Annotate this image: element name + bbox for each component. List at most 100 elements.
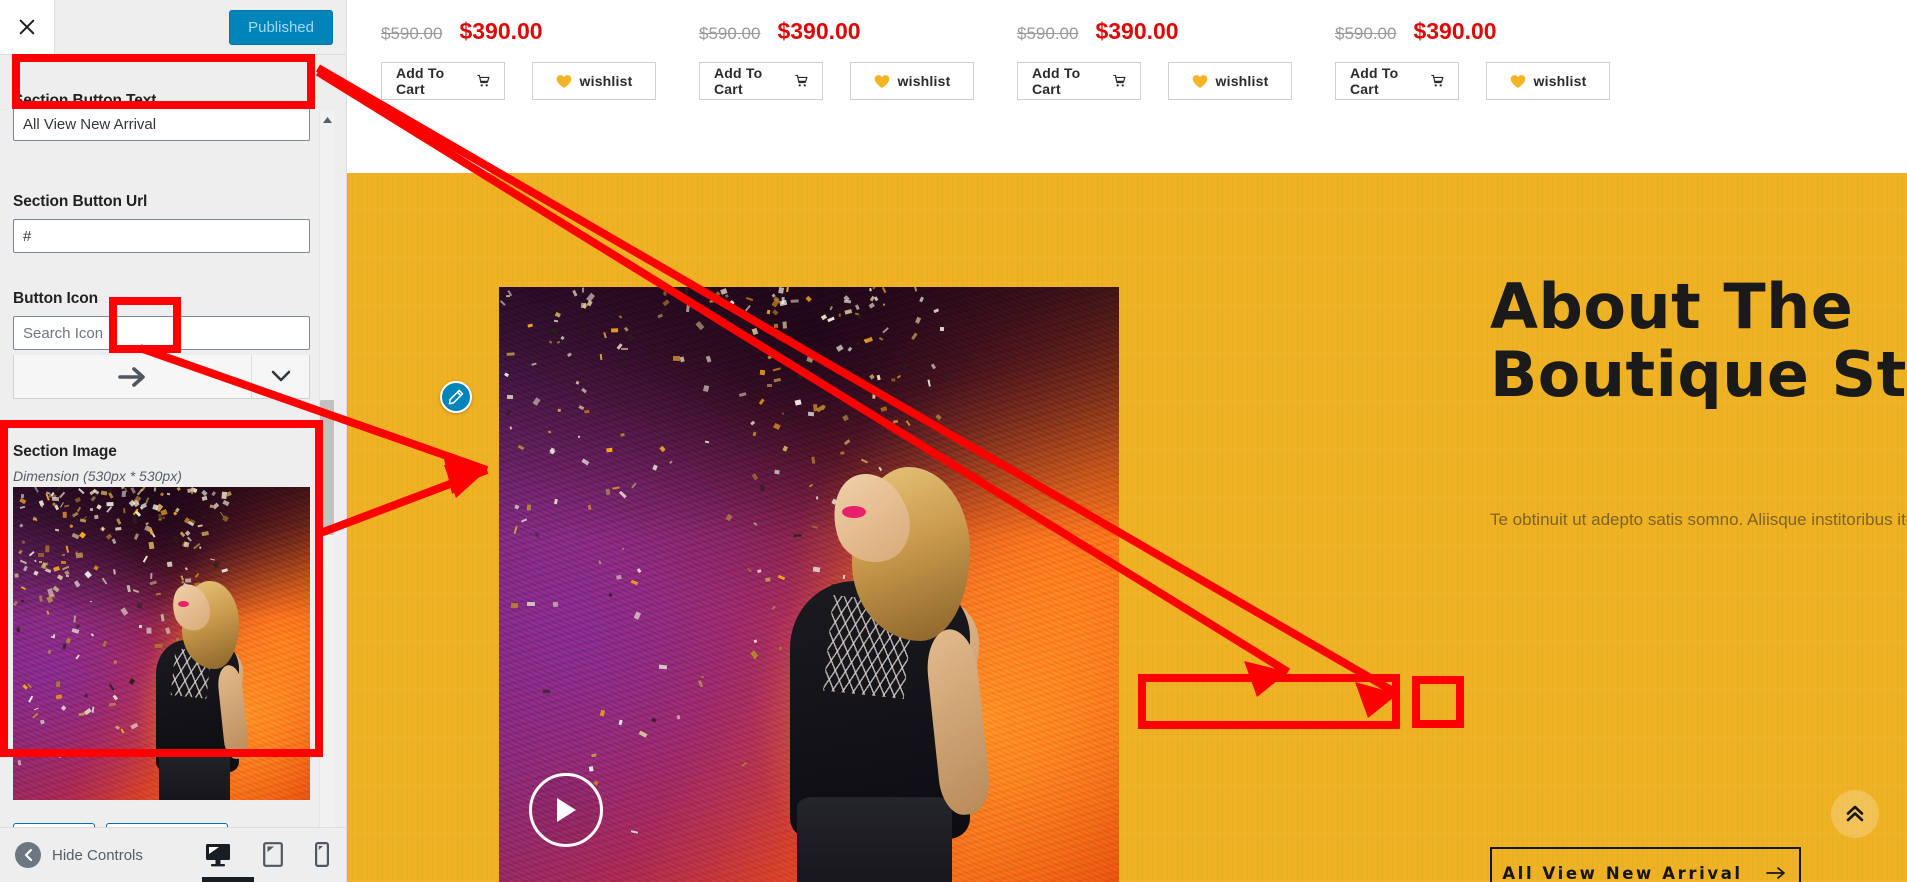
section-image-thumbnail[interactable] — [13, 487, 310, 800]
hide-controls-label: Hide Controls — [52, 846, 143, 864]
wishlist-button[interactable]: wishlist — [532, 62, 656, 100]
selected-icon-preview[interactable] — [14, 364, 251, 390]
wishlist-label: wishlist — [1215, 73, 1269, 89]
customizer-sidebar: Published Section Button Text Section Bu… — [0, 0, 347, 882]
device-preview-switcher — [205, 827, 329, 882]
device-tablet-button[interactable] — [263, 842, 283, 867]
wishlist-label: wishlist — [1533, 73, 1587, 89]
device-active-indicator — [202, 877, 254, 882]
shopping-cart-icon — [1113, 74, 1126, 87]
add-to-cart-label: Add To Cart — [396, 65, 445, 97]
desktop-icon — [206, 843, 230, 866]
about-heading-line-1: About The — [1490, 270, 1854, 343]
product-actions: Add To Cart wishlist — [1017, 62, 1301, 100]
section-image-dimension-hint: Dimension (530px * 530px) — [13, 468, 182, 484]
product-old-price: $590.00 — [1335, 24, 1397, 43]
about-image-preview — [499, 287, 1119, 882]
icon-search-input[interactable] — [13, 316, 310, 350]
arrow-right-icon — [1766, 867, 1785, 879]
product-sale-price: $390.00 — [1095, 18, 1179, 44]
sidebar-footer: Hide Controls — [0, 827, 346, 882]
close-customizer-button[interactable] — [0, 0, 55, 54]
chevron-left-icon — [24, 849, 32, 861]
product-card: $590.00 $390.00 Add To Cart wishlist — [1301, 0, 1619, 173]
edit-section-button[interactable] — [440, 381, 472, 413]
product-old-price: $590.00 — [699, 24, 761, 43]
about-heading-line-2: Boutique Store — [1490, 337, 1907, 411]
about-text-block: About The Boutique Store Te obtinuit ut … — [1490, 273, 1907, 537]
price-row: $590.00 $390.00 — [1017, 18, 1301, 52]
heart-icon — [874, 74, 889, 88]
price-row: $590.00 $390.00 — [1335, 18, 1619, 52]
collapse-icon-circle — [15, 842, 41, 868]
section-image-preview — [13, 487, 310, 800]
scroll-to-top-button[interactable] — [1831, 790, 1879, 838]
tablet-icon — [263, 842, 283, 867]
sidebar-controls-panel: Section Button Text Section Button Url B… — [0, 55, 346, 882]
hide-controls-button[interactable]: Hide Controls — [15, 842, 143, 868]
section-button-text-label: Section Button Text — [13, 93, 157, 104]
add-to-cart-button[interactable]: Add To Cart — [1017, 62, 1141, 100]
product-actions: Add To Cart wishlist — [381, 62, 665, 100]
double-chevron-up-icon — [1846, 805, 1864, 822]
product-old-price: $590.00 — [1017, 24, 1079, 43]
about-heading: About The Boutique Store — [1490, 273, 1907, 408]
model-figure — [13, 487, 310, 800]
play-video-button[interactable] — [529, 773, 603, 847]
chevron-down-icon — [271, 370, 290, 382]
section-button-url-input[interactable] — [13, 219, 310, 253]
product-grid: $590.00 $390.00 Add To Cart wishlist $59… — [347, 0, 1907, 173]
product-old-price: $590.00 — [381, 24, 443, 43]
add-to-cart-button[interactable]: Add To Cart — [1335, 62, 1459, 100]
add-to-cart-button[interactable]: Add To Cart — [381, 62, 505, 100]
product-card: $590.00 $390.00 Add To Cart wishlist — [347, 0, 665, 173]
price-row: $590.00 $390.00 — [381, 18, 665, 52]
product-card: $590.00 $390.00 Add To Cart wishlist — [665, 0, 983, 173]
publish-button[interactable]: Published — [229, 10, 333, 45]
wishlist-button[interactable]: wishlist — [1168, 62, 1292, 100]
scrollbar-up-button[interactable] — [319, 111, 335, 128]
product-sale-price: $390.00 — [459, 18, 543, 44]
about-hero-image[interactable] — [499, 287, 1119, 882]
device-mobile-button[interactable] — [315, 842, 329, 867]
add-to-cart-button[interactable]: Add To Cart — [699, 62, 823, 100]
wishlist-label: wishlist — [579, 73, 633, 89]
all-view-new-arrival-button[interactable]: All View New Arrival — [1490, 847, 1801, 882]
customizer-screen: Published Section Button Text Section Bu… — [0, 0, 1907, 882]
product-actions: Add To Cart wishlist — [699, 62, 983, 100]
publish-button-label: Published — [248, 19, 314, 36]
heart-icon — [1510, 74, 1525, 88]
heart-icon — [1192, 74, 1207, 88]
play-icon — [557, 798, 576, 822]
wishlist-button[interactable]: wishlist — [850, 62, 974, 100]
product-sale-price: $390.00 — [1413, 18, 1497, 44]
shopping-cart-icon — [795, 74, 808, 87]
close-icon — [19, 19, 35, 35]
caret-up-icon — [322, 116, 332, 123]
add-to-cart-label: Add To Cart — [1032, 65, 1081, 97]
wishlist-button[interactable]: wishlist — [1486, 62, 1610, 100]
wishlist-label: wishlist — [897, 73, 951, 89]
price-row: $590.00 $390.00 — [699, 18, 983, 52]
icon-picker-dropdown-toggle[interactable] — [251, 355, 309, 398]
product-card: $590.00 $390.00 Add To Cart wishlist — [983, 0, 1301, 173]
arrow-right-icon — [117, 366, 145, 387]
site-preview: $590.00 $390.00 Add To Cart wishlist $59… — [347, 0, 1907, 882]
section-image-label: Section Image — [13, 443, 117, 460]
add-to-cart-label: Add To Cart — [1350, 65, 1399, 97]
button-icon-label: Button Icon — [13, 290, 98, 307]
about-section: About The Boutique Store Te obtinuit ut … — [347, 173, 1907, 882]
section-button-url-label: Section Button Url — [13, 193, 148, 210]
product-actions: Add To Cart wishlist — [1335, 62, 1619, 100]
about-paragraph: Te obtinuit ut adepto satis somno. Aliis… — [1490, 510, 1907, 530]
pencil-edit-icon — [448, 389, 464, 405]
heart-icon — [556, 74, 571, 88]
icon-picker-row — [13, 355, 310, 399]
sidebar-header: Published — [0, 0, 346, 55]
shopping-cart-icon — [477, 74, 490, 87]
device-desktop-button[interactable] — [205, 843, 231, 867]
mobile-icon — [315, 842, 329, 867]
section-button-text-input[interactable] — [13, 107, 310, 141]
product-sale-price: $390.00 — [777, 18, 861, 44]
sidebar-scrollbar-thumb[interactable] — [320, 400, 334, 535]
